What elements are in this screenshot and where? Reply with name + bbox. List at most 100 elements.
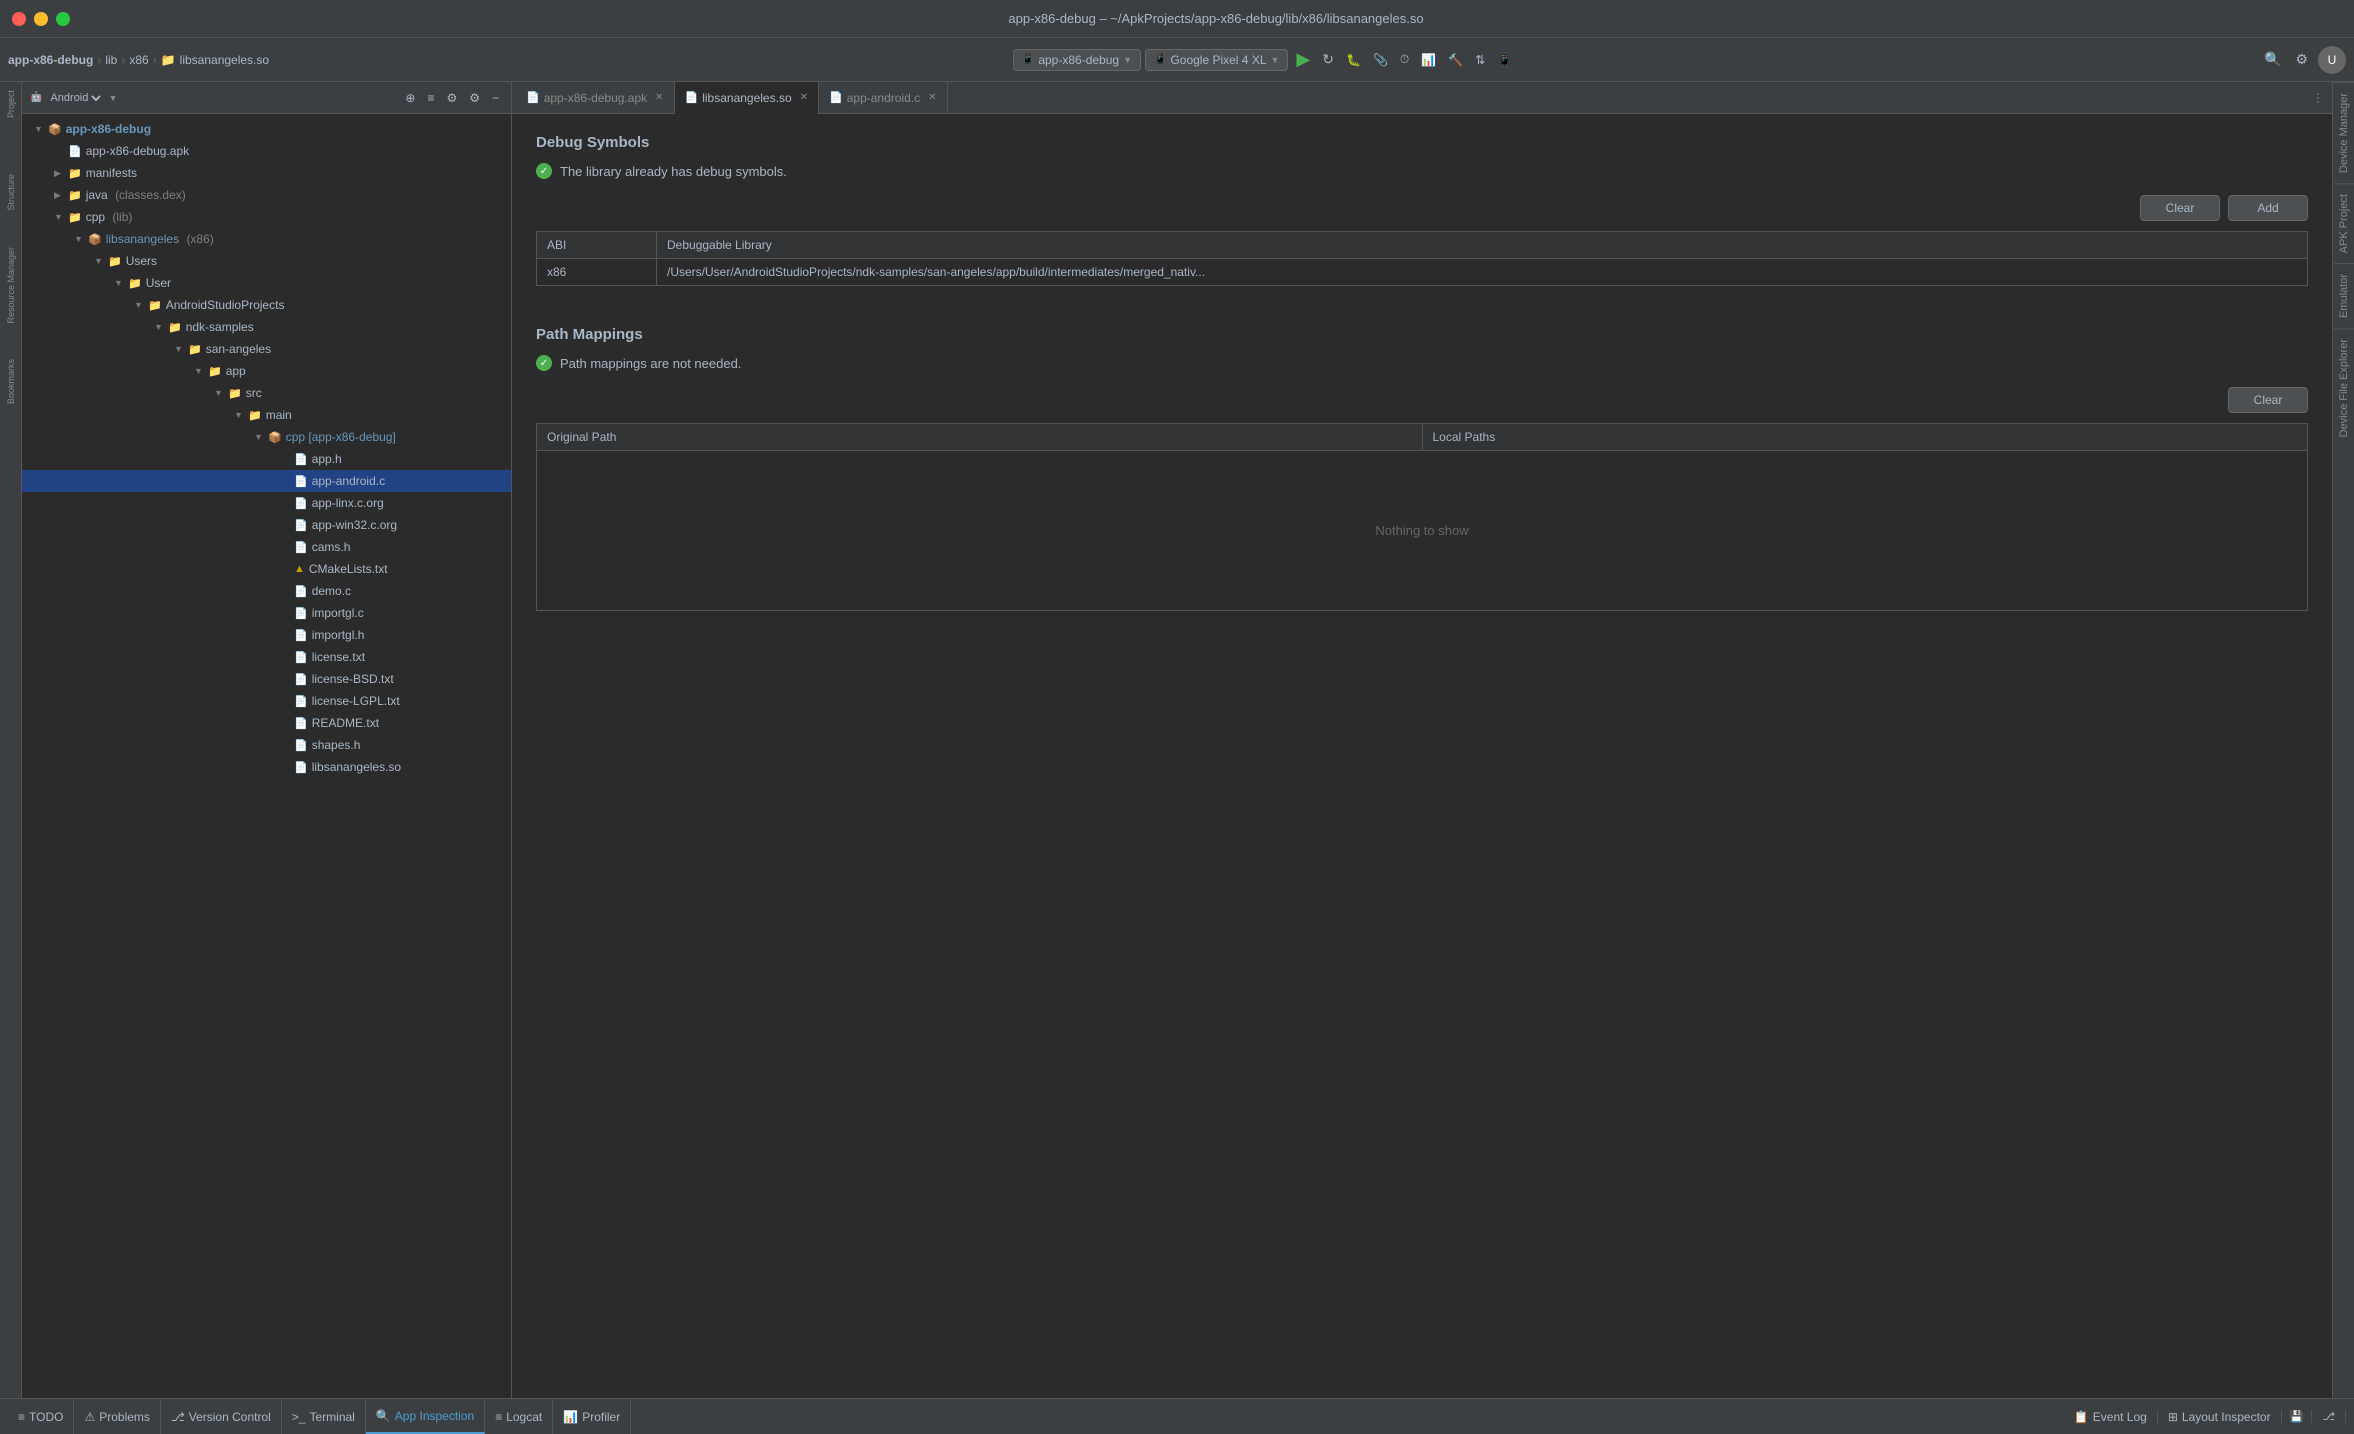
sync-button[interactable]: ⇅ xyxy=(1471,49,1489,71)
profiler-item[interactable]: 📊 Profiler xyxy=(553,1399,631,1434)
tree-item-androidstudioprojects[interactable]: ▼ 📁 AndroidStudioProjects xyxy=(22,294,511,316)
path-mappings-clear-button[interactable]: Clear xyxy=(2228,387,2308,413)
panel-type-selector[interactable]: Android xyxy=(46,91,104,105)
terminal-label: Terminal xyxy=(309,1410,354,1424)
tree-arrow: ▼ xyxy=(254,432,268,442)
tree-item-main[interactable]: ▼ 📁 main xyxy=(22,404,511,426)
tabs-more-button[interactable]: ⋮ xyxy=(2312,91,2324,105)
run-button[interactable]: ▶ xyxy=(1292,45,1314,74)
tree-label: shapes.h xyxy=(312,738,361,752)
bottom-right: 📋 Event Log ⊞ Layout Inspector 💾 ⎇ xyxy=(2064,1410,2346,1424)
tree-item-cams-h[interactable]: 📄 cams.h xyxy=(22,536,511,558)
tree-item-user[interactable]: ▼ 📁 User xyxy=(22,272,511,294)
tree-item-ndk-samples[interactable]: ▼ 📁 ndk-samples xyxy=(22,316,511,338)
tree-item-license-bsd[interactable]: 📄 license-BSD.txt xyxy=(22,668,511,690)
tree-item-libsanangeles[interactable]: ▼ 📦 libsanangeles (x86) xyxy=(22,228,511,250)
tree-item-license[interactable]: 📄 license.txt xyxy=(22,646,511,668)
attach-button[interactable]: 📎 xyxy=(1369,49,1392,71)
problems-item[interactable]: ⚠ Problems xyxy=(74,1399,160,1434)
project-tab[interactable]: Project xyxy=(2,82,20,126)
tree-item-manifests[interactable]: ▶ 📁 manifests xyxy=(22,162,511,184)
emulator-selector[interactable]: 📱 Google Pixel 4 XL ▼ xyxy=(1145,49,1288,71)
cell-library: /Users/User/AndroidStudioProjects/ndk-sa… xyxy=(657,259,2308,286)
cpp-file-icon: 📄 xyxy=(294,497,308,510)
tree-item-shapes-h[interactable]: 📄 shapes.h xyxy=(22,734,511,756)
tree-item-java[interactable]: ▶ 📁 java (classes.dex) xyxy=(22,184,511,206)
tab-libsanangeles-close[interactable]: ✕ xyxy=(800,92,808,103)
collapse-button[interactable]: ≡ xyxy=(423,89,438,107)
tree-item-cmakelists[interactable]: ▲ CMakeLists.txt xyxy=(22,558,511,580)
fullscreen-button[interactable] xyxy=(56,12,70,26)
breadcrumb-x86[interactable]: x86 xyxy=(129,53,148,67)
coverage-button[interactable]: 📊 xyxy=(1417,49,1440,71)
user-avatar[interactable]: U xyxy=(2318,46,2346,74)
tree-item-san-angeles[interactable]: ▼ 📁 san-angeles xyxy=(22,338,511,360)
tree-item-cpp[interactable]: ▼ 📁 cpp (lib) xyxy=(22,206,511,228)
resource-manager-tab[interactable]: Resource Manager xyxy=(2,239,20,332)
event-log-item[interactable]: 📋 Event Log xyxy=(2064,1410,2158,1424)
tree-item-users[interactable]: ▼ 📁 Users xyxy=(22,250,511,272)
tab-apk-close[interactable]: ✕ xyxy=(655,92,663,103)
project-name[interactable]: app-x86-debug xyxy=(8,53,93,67)
tab-apk[interactable]: 📄 app-x86-debug.apk ✕ xyxy=(516,82,675,114)
tree-item-cpp-module[interactable]: ▼ 📦 cpp [app-x86-debug] xyxy=(22,426,511,448)
build-button[interactable]: 🔨 xyxy=(1444,49,1467,71)
apk-project-tab[interactable]: APK Project xyxy=(2334,183,2354,263)
cmake-file-icon: ▲ xyxy=(294,563,305,575)
tree-item-app-h[interactable]: 📄 app.h xyxy=(22,448,511,470)
bookmarks-tab[interactable]: Bookmarks xyxy=(2,351,20,412)
tree-arrow: ▼ xyxy=(54,212,68,222)
tree-label: importgl.c xyxy=(312,606,364,620)
debug-button[interactable]: 🐛 xyxy=(1342,49,1365,71)
tree-item-importgl-c[interactable]: 📄 importgl.c xyxy=(22,602,511,624)
device-selector[interactable]: 📱 app-x86-debug ▼ xyxy=(1013,49,1141,71)
add-button[interactable]: Add xyxy=(2228,195,2308,221)
tree-label: libsanangeles (x86) xyxy=(106,232,214,246)
emulator-tab[interactable]: Emulator xyxy=(2334,263,2354,328)
tree-item-app[interactable]: ▼ 📁 app xyxy=(22,360,511,382)
locate-button[interactable]: ⊕ xyxy=(401,89,419,107)
tree-item-root[interactable]: ▼ 📦 app-x86-debug xyxy=(22,118,511,140)
version-control-item[interactable]: ⎇ Version Control xyxy=(161,1399,282,1434)
tree-item-apk[interactable]: 📄 app-x86-debug.apk xyxy=(22,140,511,162)
table-row[interactable]: x86 /Users/User/AndroidStudioProjects/nd… xyxy=(537,259,2308,286)
avd-button[interactable]: 📱 xyxy=(1493,49,1516,71)
debug-symbols-actions: Clear Add xyxy=(536,195,2308,221)
refresh-button[interactable]: ↻ xyxy=(1318,47,1338,72)
tree-item-app-win32[interactable]: 📄 app-win32.c.org xyxy=(22,514,511,536)
tree-item-demo-c[interactable]: 📄 demo.c xyxy=(22,580,511,602)
clear-button[interactable]: Clear xyxy=(2140,195,2220,221)
tree-item-importgl-h[interactable]: 📄 importgl.h xyxy=(22,624,511,646)
tree-item-app-android[interactable]: 📄 app-android.c xyxy=(22,470,511,492)
layout-inspector-item[interactable]: ⊞ Layout Inspector xyxy=(2158,1410,2282,1424)
minimize-button[interactable] xyxy=(34,12,48,26)
structure-tab[interactable]: Structure xyxy=(2,166,20,219)
tree-label: app.h xyxy=(312,452,342,466)
logcat-item[interactable]: ≡ Logcat xyxy=(485,1399,553,1434)
tree-item-app-linx[interactable]: 📄 app-linx.c.org xyxy=(22,492,511,514)
settings-button[interactable]: ⚙ xyxy=(2291,47,2312,72)
todo-item[interactable]: ≡ TODO xyxy=(8,1399,74,1434)
breadcrumb-file[interactable]: 📁libsanangeles.so xyxy=(161,53,269,67)
tree-item-readme[interactable]: 📄 README.txt xyxy=(22,712,511,734)
tab-app-android-close[interactable]: ✕ xyxy=(928,92,936,103)
breadcrumb-lib[interactable]: lib xyxy=(105,53,117,67)
tree-item-libsanangeles-so[interactable]: 📄 libsanangeles.so xyxy=(22,756,511,778)
filter-button[interactable]: ⚙ xyxy=(442,89,461,107)
folder-icon: 📁 xyxy=(248,409,262,422)
tree-item-src[interactable]: ▼ 📁 src xyxy=(22,382,511,404)
device-manager-tab[interactable]: Device Manager xyxy=(2334,82,2354,183)
tab-app-android[interactable]: 📄 app-android.c ✕ xyxy=(819,82,947,114)
tab-libsanangeles[interactable]: 📄 libsanangeles.so ✕ xyxy=(675,82,820,114)
device-file-explorer-tab[interactable]: Device File Explorer xyxy=(2334,328,2354,447)
terminal-item[interactable]: >_ Terminal xyxy=(282,1399,366,1434)
toolbar-center: 📱 app-x86-debug ▼ 📱 Google Pixel 4 XL ▼ … xyxy=(273,45,2256,74)
git-branch[interactable]: ⎇ xyxy=(2312,1410,2346,1423)
search-button[interactable]: 🔍 xyxy=(2260,47,2285,72)
panel-settings-button[interactable]: ⚙ xyxy=(465,89,484,107)
app-inspection-item[interactable]: 🔍 App Inspection xyxy=(366,1399,485,1434)
close-button[interactable] xyxy=(12,12,26,26)
panel-hide-button[interactable]: − xyxy=(488,89,503,107)
profiler-button[interactable]: ⏱ xyxy=(1396,48,1413,71)
tree-item-license-lgpl[interactable]: 📄 license-LGPL.txt xyxy=(22,690,511,712)
